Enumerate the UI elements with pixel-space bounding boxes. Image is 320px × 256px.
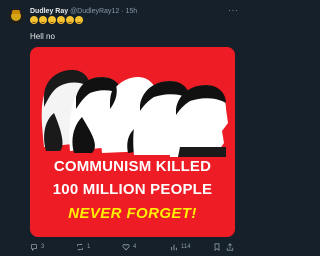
tweet-actions: 3 1 4 114 bbox=[30, 240, 235, 254]
like-count: 4 bbox=[133, 244, 137, 250]
reply-count: 3 bbox=[41, 244, 45, 250]
poster-caption-line2: 100 MILLION PEOPLE bbox=[52, 181, 213, 198]
laughing-emoji-icon bbox=[30, 16, 38, 24]
like-icon bbox=[122, 244, 130, 251]
share-button[interactable] bbox=[226, 241, 234, 253]
portraits-illustration bbox=[41, 69, 228, 157]
emoji-row bbox=[30, 16, 83, 26]
retweet-count: 1 bbox=[87, 244, 91, 250]
laughing-emoji-icon bbox=[39, 16, 47, 24]
retweet-icon bbox=[77, 243, 83, 251]
timestamp[interactable]: 15h bbox=[125, 8, 137, 15]
like-button[interactable]: 4 bbox=[122, 241, 136, 253]
tweet-text: Hell no bbox=[30, 32, 55, 41]
retweet-button[interactable]: 1 bbox=[76, 241, 90, 253]
portrait-collar bbox=[178, 147, 226, 157]
tweet[interactable]: Dudley Ray @DudleyRay12 · 15h ··· Hell n… bbox=[0, 0, 244, 256]
more-options-icon[interactable]: ··· bbox=[228, 5, 239, 15]
bookmark-button[interactable] bbox=[213, 241, 221, 253]
reply-icon bbox=[31, 244, 37, 251]
separator: · bbox=[121, 8, 124, 15]
poster-caption-line1: COMMUNISM KILLED bbox=[53, 158, 212, 175]
laughing-emoji-icon bbox=[48, 16, 56, 24]
laughing-emoji-icon bbox=[66, 16, 74, 24]
views-button[interactable]: 114 bbox=[170, 241, 191, 253]
tweet-image[interactable]: COMMUNISM KILLED 100 MILLION PEOPLE NEVE… bbox=[30, 47, 235, 237]
avatar-hat bbox=[12, 10, 20, 14]
author-handle[interactable]: @DudleyRay12 bbox=[70, 8, 119, 15]
laughing-emoji-icon bbox=[57, 16, 65, 24]
avatar[interactable] bbox=[8, 8, 24, 24]
reply-button[interactable]: 3 bbox=[30, 241, 44, 253]
author-name[interactable]: Dudley Ray bbox=[30, 8, 68, 15]
views-icon bbox=[171, 244, 177, 251]
poster-caption-line3: NEVER FORGET! bbox=[68, 205, 197, 222]
share-icon bbox=[226, 243, 234, 251]
bookmark-icon bbox=[214, 243, 220, 251]
laughing-emoji-icon bbox=[75, 16, 83, 24]
views-count: 114 bbox=[181, 244, 191, 250]
